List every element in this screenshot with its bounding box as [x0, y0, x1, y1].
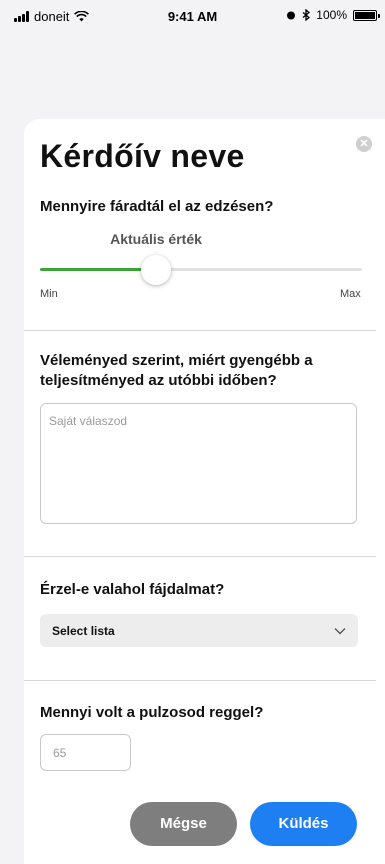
- status-bar: doneit 9:41 AM 100%: [0, 0, 385, 30]
- select-value: Select lista: [52, 623, 115, 638]
- survey-title: Kérdőív neve: [40, 138, 245, 174]
- question-performance: Véleményed szerint, miért gyengébb a tel…: [40, 352, 313, 389]
- pain-select[interactable]: Select lista: [40, 614, 358, 647]
- slider-current-label: Aktuális érték: [110, 231, 202, 247]
- pulse-placeholder: 65: [53, 745, 67, 760]
- question-pulse: Mennyi volt a pulzosod reggel?: [40, 704, 264, 721]
- divider: [24, 330, 376, 331]
- slider-thumb[interactable]: [140, 255, 171, 285]
- close-icon[interactable]: ✕: [356, 136, 372, 152]
- send-button[interactable]: Küldés: [250, 802, 357, 846]
- slider-min-label: Min: [40, 288, 58, 300]
- slider-max-label: Max: [340, 288, 361, 300]
- answer-placeholder: Saját válaszod: [49, 414, 128, 428]
- status-right: 100%: [286, 8, 380, 22]
- battery-percent: 100%: [316, 8, 347, 22]
- chevron-down-icon: [334, 627, 346, 634]
- cancel-button[interactable]: Mégse: [130, 802, 237, 846]
- alarm-icon: [287, 11, 296, 20]
- battery-icon: [353, 9, 380, 21]
- slider-fill: [40, 268, 156, 271]
- divider: [24, 680, 376, 681]
- question-pain: Érzel-e valahol fájdalmat?: [40, 581, 225, 598]
- answer-textarea[interactable]: Saját válaszod: [40, 403, 357, 524]
- divider: [24, 556, 376, 557]
- question-fatigue: Mennyire fáradtál el az edzésen?: [40, 198, 274, 215]
- fatigue-slider[interactable]: [40, 268, 362, 271]
- survey-card: ✕ Kérdőív neve Mennyire fáradtál el az e…: [24, 119, 385, 864]
- bluetooth-icon: [302, 9, 311, 21]
- pulse-input[interactable]: 65: [40, 734, 131, 771]
